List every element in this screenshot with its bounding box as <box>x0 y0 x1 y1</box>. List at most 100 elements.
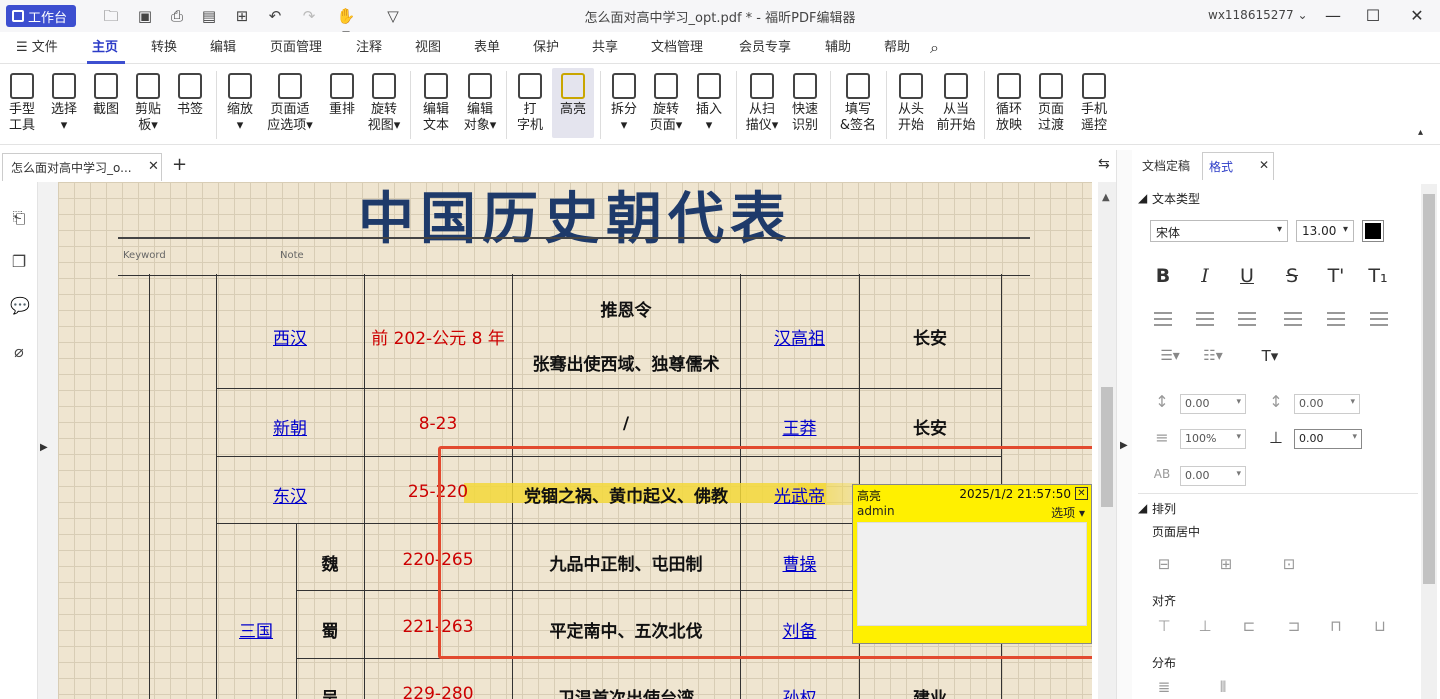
expand-left-icon[interactable]: ▶ <box>40 442 48 453</box>
page-transition-button[interactable]: 页面 过渡 <box>1034 73 1068 134</box>
char-spacing-select[interactable]: 0.00 <box>1180 466 1246 486</box>
scan-button[interactable]: 从扫 描仪▾ <box>742 73 782 134</box>
panel-toggle-icon[interactable]: ⇆ <box>1098 156 1110 172</box>
new-tab-icon[interactable]: + <box>172 154 187 175</box>
menu-view[interactable]: 视图 <box>415 38 441 58</box>
menu-share[interactable]: 共享 <box>592 38 618 58</box>
maximize-icon[interactable]: ☐ <box>1362 5 1384 27</box>
reflow-button[interactable]: 重排 <box>326 73 358 118</box>
attachment-panel-icon[interactable]: ⌀ <box>10 342 28 362</box>
menu-help[interactable]: 帮助 <box>884 38 910 58</box>
play-from-start-button[interactable]: 从头 开始 <box>894 73 928 134</box>
page-fit-button[interactable]: 页面适 应选项▾ <box>264 73 316 134</box>
dynasty-cell[interactable]: 东汉 <box>216 482 364 507</box>
vertical-scrollbar[interactable]: ▲ <box>1098 182 1116 699</box>
superscript-icon[interactable]: T' <box>1324 264 1348 288</box>
subscript-icon[interactable]: T₁ <box>1366 264 1390 288</box>
scroll-up-icon[interactable]: ▲ <box>1102 192 1110 203</box>
emperor-cell[interactable]: 汉高祖 <box>740 324 859 349</box>
menu-assist[interactable]: 辅助 <box>825 38 851 58</box>
user-name[interactable]: wx118615277 ⌄ <box>1208 8 1308 22</box>
bookmark-button[interactable]: 书签 <box>174 73 206 118</box>
bold-icon[interactable]: B <box>1151 264 1175 288</box>
dynasty-cell[interactable]: 西汉 <box>216 324 364 349</box>
highlight-button[interactable]: 高亮 <box>552 68 594 138</box>
justify-icon[interactable] <box>1284 312 1302 326</box>
text-direction-icon[interactable]: T▾ <box>1252 344 1288 368</box>
phone-remote-button[interactable]: 手机 遥控 <box>1076 73 1112 134</box>
paragraph-spacing-select[interactable]: 0.00 <box>1294 394 1360 414</box>
emperor-cell[interactable]: 王莽 <box>740 414 859 439</box>
minimize-icon[interactable]: — <box>1322 5 1344 27</box>
pages-panel-icon[interactable]: ❐ <box>10 252 28 272</box>
baseline-select[interactable]: 0.00 <box>1294 429 1362 449</box>
comments-panel-icon[interactable]: 💬 <box>10 296 30 316</box>
align-left-icon[interactable] <box>1154 312 1172 326</box>
panel-splitter[interactable]: ▶ <box>1116 150 1132 699</box>
close-panel-icon[interactable]: ✕ <box>1259 158 1269 172</box>
hand-tool-button[interactable]: 手型 工具 <box>6 73 38 134</box>
align-middle-icon[interactable]: ⊥ <box>1193 614 1217 638</box>
group-cell[interactable]: 三国 <box>216 617 296 642</box>
redo-icon[interactable]: ↷ <box>300 7 318 25</box>
workbench-button[interactable]: 工作台 <box>6 5 76 27</box>
loop-play-button[interactable]: 循环 放映 <box>992 73 1026 134</box>
typewriter-button[interactable]: 打字机 <box>514 73 546 134</box>
undo-icon[interactable]: ↶ <box>266 7 284 25</box>
menu-protect[interactable]: 保护 <box>533 38 559 58</box>
document-tab[interactable]: 怎么面对高中学习_o... ✕ <box>2 153 162 181</box>
font-color-swatch[interactable] <box>1362 220 1384 242</box>
open-icon[interactable]: 🗀 <box>102 7 120 25</box>
document-canvas[interactable]: 中国历史朝代表 Keyword Note 西汉 前 202-公元 8 年 推恩令… <box>58 182 1092 699</box>
close-icon[interactable]: ✕ <box>1406 5 1428 27</box>
rotate-page-button[interactable]: 旋转 页面▾ <box>646 73 686 134</box>
menu-doc-manage[interactable]: 文档管理 <box>651 38 703 58</box>
line-spacing-select[interactable]: 0.00 <box>1180 394 1246 414</box>
print-icon[interactable]: ⎙ <box>168 7 186 25</box>
align-bottom-icon[interactable]: ⊏ <box>1237 614 1261 638</box>
section-caret[interactable]: ◢ <box>1138 191 1147 205</box>
rotate-view-button[interactable]: 旋转 视图▾ <box>364 73 404 134</box>
strikethrough-icon[interactable]: S <box>1280 264 1304 288</box>
center-both-icon[interactable]: ⊡ <box>1277 552 1301 576</box>
menu-form[interactable]: 表单 <box>474 38 500 58</box>
bullet-list-icon[interactable]: ☰▾ <box>1152 344 1188 368</box>
align-center-obj-icon[interactable]: ⊓ <box>1324 614 1348 638</box>
underline-icon[interactable]: U <box>1235 264 1259 288</box>
split-button[interactable]: 拆分 ▾ <box>608 73 640 134</box>
numbered-list-icon[interactable]: ☷▾ <box>1195 344 1231 368</box>
hand-dropdown-icon[interactable]: ✋▾ <box>333 7 359 43</box>
distribute-horizontal-icon[interactable]: ⦀ <box>1211 675 1235 699</box>
clipboard-button[interactable]: 剪贴 板▾ <box>132 73 164 134</box>
collapse-ribbon-icon[interactable]: ▴ <box>1418 127 1423 138</box>
edit-object-button[interactable]: 编辑 对象▾ <box>460 73 500 134</box>
align-top-icon[interactable]: ⊤ <box>1152 614 1176 638</box>
align-right-icon[interactable] <box>1238 312 1256 326</box>
close-tab-icon[interactable]: ✕ <box>148 159 159 174</box>
play-from-current-button[interactable]: 从当 前开始 <box>934 73 978 134</box>
panel-scrollbar[interactable] <box>1421 184 1437 699</box>
expand-right-icon[interactable]: ▶ <box>1120 440 1128 451</box>
select-button[interactable]: 选择 ▾ <box>48 73 80 134</box>
font-family-select[interactable]: 宋体 <box>1150 220 1288 242</box>
edit-text-button[interactable]: 编辑 文本 <box>418 73 454 134</box>
emperor-cell[interactable]: 孙权 <box>740 684 859 699</box>
center-vertical-icon[interactable]: ⊞ <box>1214 552 1238 576</box>
indent-icon[interactable] <box>1327 312 1345 326</box>
align-left-obj-icon[interactable]: ⊐ <box>1282 614 1306 638</box>
menu-comment[interactable]: 注释 <box>356 38 382 58</box>
font-size-select[interactable]: 13.00 <box>1296 220 1354 242</box>
zoom-button[interactable]: 缩放 ▾ <box>224 73 256 134</box>
fill-sign-button[interactable]: 填写 &签名 <box>838 73 878 134</box>
new-doc-icon[interactable]: ▤ <box>200 7 218 25</box>
tab-format[interactable]: 格式 ✕ <box>1202 152 1274 180</box>
bookmark-panel-icon[interactable]: ⎗ <box>10 208 28 228</box>
customize-icon[interactable]: ▽ <box>384 7 402 25</box>
scroll-thumb[interactable] <box>1101 387 1113 507</box>
menu-convert[interactable]: 转换 <box>151 38 177 58</box>
add-page-icon[interactable]: ⊞ <box>233 7 251 25</box>
distribute-vertical-icon[interactable]: ≣ <box>1152 675 1176 699</box>
align-right-obj-icon[interactable]: ⊔ <box>1368 614 1392 638</box>
menu-home[interactable]: 主页 <box>92 38 118 58</box>
scale-select[interactable]: 100% <box>1180 429 1246 449</box>
